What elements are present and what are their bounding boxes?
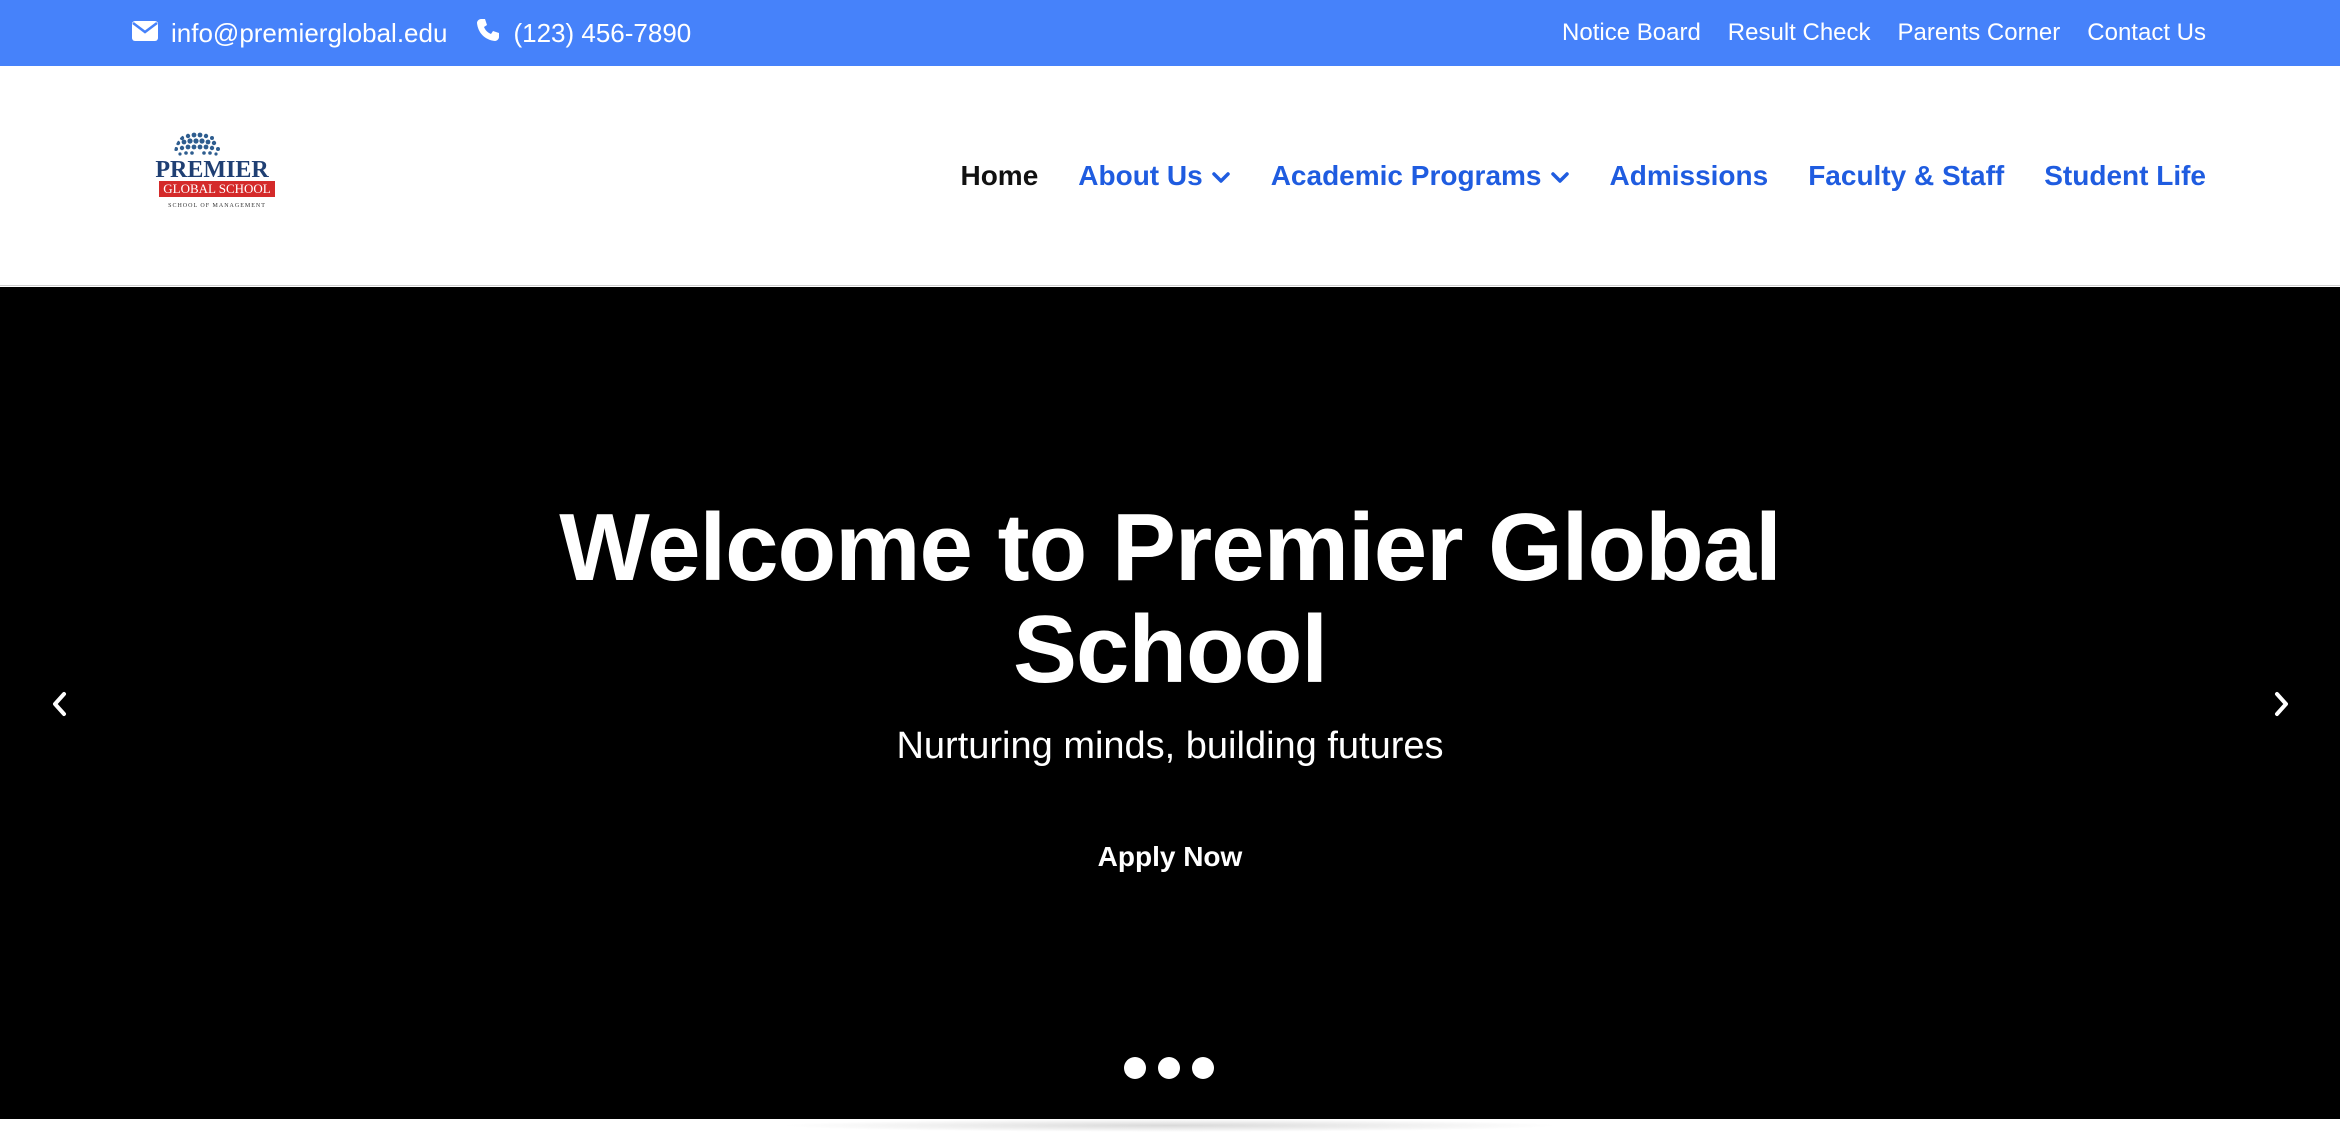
top-bar: info@premierglobal.edu (123) 456-7890 No… [0, 0, 2340, 66]
nav-student-life-label: Student Life [2044, 160, 2206, 191]
email-text: info@premierglobal.edu [171, 17, 448, 48]
chevron-down-icon [1550, 160, 1570, 192]
carousel-dot-1[interactable] [1124, 1057, 1146, 1079]
nav-student-life[interactable]: Student Life [2044, 160, 2206, 192]
envelope-icon [131, 18, 159, 49]
nav-faculty-staff[interactable]: Faculty & Staff [1808, 160, 2004, 192]
phone-contact[interactable]: (123) 456-7890 [475, 17, 691, 50]
result-check-link[interactable]: Result Check [1728, 19, 1871, 47]
site-header: PREMIER GLOBAL SCHOOL SCHOOL OF MANAGEME… [0, 66, 2340, 286]
carousel-next-button[interactable] [2267, 687, 2295, 721]
carousel-dot-2[interactable] [1158, 1057, 1180, 1079]
phone-text: (123) 456-7890 [513, 17, 692, 48]
section-shadow [780, 1119, 1560, 1132]
nav-academic-programs-label: Academic Programs [1270, 160, 1542, 191]
email-contact[interactable]: info@premierglobal.edu [131, 18, 447, 49]
school-logo[interactable]: PREMIER GLOBAL SCHOOL SCHOOL OF MANAGEME… [146, 126, 278, 218]
phone-icon [475, 17, 501, 50]
nav-about-us-label: About Us [1078, 160, 1203, 191]
logo-wordmark: PREMIER [155, 157, 269, 183]
main-nav: Home About Us Academic Programs Admissio… [960, 66, 2206, 286]
logo-tagline: SCHOOL OF MANAGEMENT [168, 203, 266, 209]
hero-title: Welcome to Premier Global School [559, 494, 1782, 703]
chevron-right-icon [2267, 692, 2295, 725]
hero-subtitle: Nurturing minds, building futures [896, 725, 1444, 767]
hero-carousel: Welcome to Premier Global School Nurturi… [0, 287, 2340, 1119]
logo-subtitle: GLOBAL SCHOOL [163, 181, 271, 196]
nav-home-label: Home [960, 160, 1039, 191]
parents-corner-link[interactable]: Parents Corner [1898, 19, 2061, 47]
carousel-dot-3[interactable] [1192, 1057, 1214, 1079]
nav-about-us[interactable]: About Us [1078, 160, 1230, 192]
contact-us-link[interactable]: Contact Us [2087, 19, 2206, 47]
chevron-left-icon [46, 692, 74, 725]
chevron-down-icon [1211, 160, 1231, 192]
nav-home[interactable]: Home [960, 160, 1038, 192]
carousel-indicators [1124, 1057, 1214, 1079]
nav-academic-programs[interactable]: Academic Programs [1271, 160, 1570, 192]
contact-info: info@premierglobal.edu (123) 456-7890 [131, 0, 691, 66]
notice-board-link[interactable]: Notice Board [1562, 19, 1701, 47]
carousel-prev-button[interactable] [46, 687, 74, 721]
nav-admissions[interactable]: Admissions [1610, 160, 1769, 192]
apply-now-button[interactable]: Apply Now [1070, 835, 1270, 879]
utility-links: Notice Board Result Check Parents Corner… [1562, 0, 2206, 66]
nav-faculty-staff-label: Faculty & Staff [1808, 160, 2005, 191]
nav-admissions-label: Admissions [1609, 160, 1769, 191]
